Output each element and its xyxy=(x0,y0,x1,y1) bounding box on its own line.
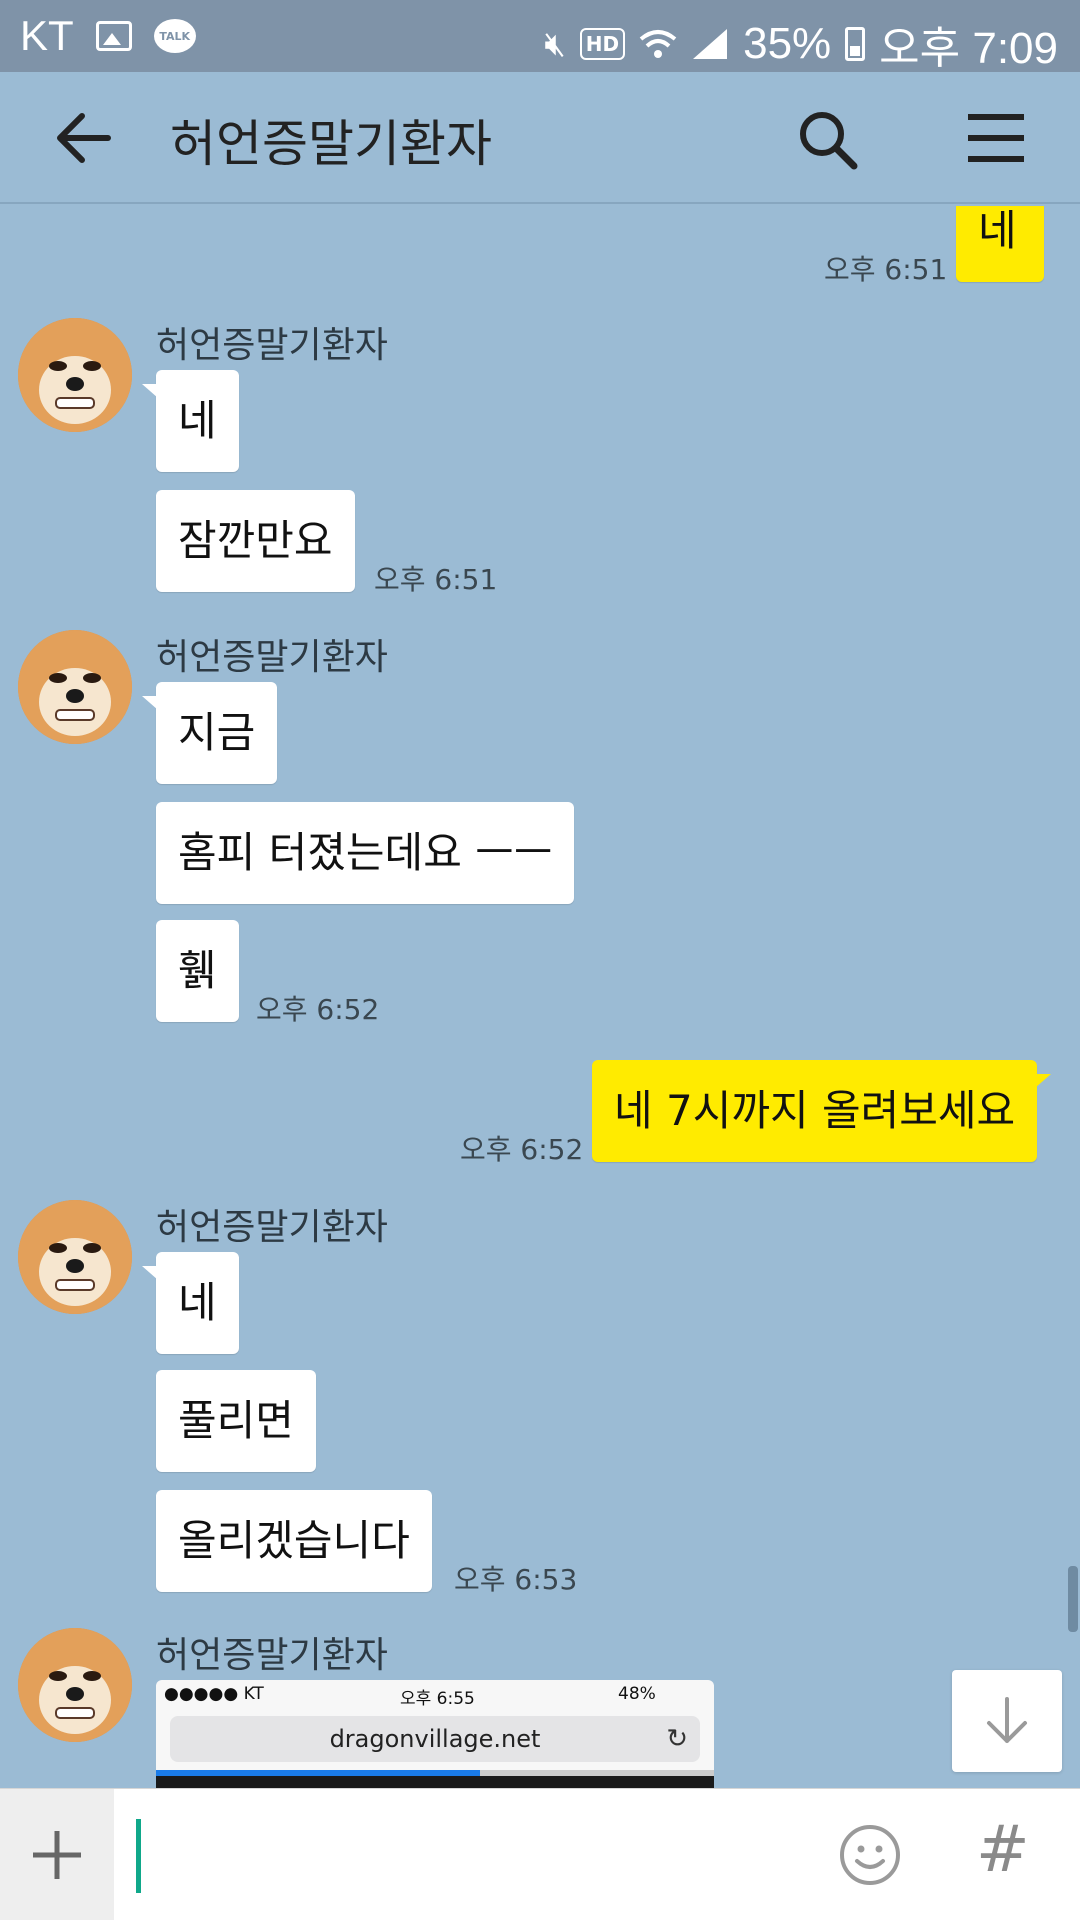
message-bubble[interactable]: 네 xyxy=(142,1252,239,1354)
arrow-down-icon xyxy=(987,1697,1027,1743)
dog-avatar-image xyxy=(18,1628,132,1742)
message-time: 오후 6:53 xyxy=(454,1563,578,1596)
message-bubble[interactable]: 풀리면 xyxy=(156,1370,316,1472)
sender-name: 허언증말기환자 xyxy=(156,325,388,366)
mute-icon: 🔇︎ xyxy=(544,24,566,64)
message-time: 오후 6:52 xyxy=(256,993,380,1026)
dog-avatar-image xyxy=(18,630,132,744)
avatar[interactable] xyxy=(18,318,132,432)
emoticon-icon[interactable] xyxy=(838,1823,902,1887)
menu-icon[interactable] xyxy=(966,112,1026,164)
message-bubble[interactable]: 지금 xyxy=(141,682,278,784)
screenshot-content xyxy=(156,1776,714,1788)
image-message[interactable]: ●●●●● KT 오후 6:55 48% dragonvillage.net ↻ xyxy=(156,1680,714,1788)
chat-header: 허언증말기환자 xyxy=(0,72,1080,204)
message-time: 오후 6:51 xyxy=(374,563,498,596)
message-bubble[interactable]: 네 xyxy=(142,370,239,472)
message-input-bar: # xyxy=(0,1788,1080,1920)
screenshot-status-bar: ●●●●● KT 오후 6:55 48% xyxy=(156,1680,714,1710)
reload-icon: ↻ xyxy=(666,1724,688,1754)
battery-percent: 35% xyxy=(743,19,832,68)
hd-voice-icon: HD xyxy=(579,28,626,60)
sender-name: 허언증말기환자 xyxy=(156,1635,388,1676)
dog-avatar-image xyxy=(18,318,132,432)
message-bubble[interactable]: 홈피 터졌는데요 ㅡㅡ xyxy=(156,802,575,904)
status-bar: KT TALK 🔇︎ HD 35% 오후 7:09 xyxy=(0,0,1080,73)
text-caret xyxy=(136,1819,141,1893)
hashtag-search-icon[interactable]: # xyxy=(976,1813,1030,1887)
screenshot-time: 오후 6:55 xyxy=(400,1689,475,1709)
chat-room-title: 허언증말기환자 xyxy=(170,115,492,173)
battery-charging-icon xyxy=(845,27,866,61)
kakaotalk-notification-icon: TALK xyxy=(153,19,196,53)
signal-icon xyxy=(693,29,728,59)
search-icon[interactable] xyxy=(796,108,860,172)
avatar[interactable] xyxy=(18,1200,132,1314)
avatar[interactable] xyxy=(18,1628,132,1742)
my-message-bubble[interactable]: 네 xyxy=(956,206,1058,282)
my-message-bubble[interactable]: 네 7시까지 올려보세요 xyxy=(592,1060,1052,1162)
scrollbar[interactable] xyxy=(1068,1566,1078,1632)
plus-icon xyxy=(33,1831,81,1879)
chat-messages[interactable]: 네 오후 6:51 허언증말기환자 네 잠깐만요 오후 6:51 허언증말기환자… xyxy=(0,206,1080,1788)
scroll-to-bottom-button[interactable] xyxy=(952,1670,1062,1772)
screenshot-url-bar: dragonvillage.net ↻ xyxy=(170,1716,700,1762)
avatar[interactable] xyxy=(18,630,132,744)
wifi-icon xyxy=(639,30,677,58)
attach-button[interactable] xyxy=(0,1789,114,1920)
carrier-label: KT xyxy=(20,12,74,59)
screenshot-carrier: ●●●●● KT xyxy=(164,1684,264,1704)
message-bubble[interactable]: 휅 xyxy=(156,920,239,1022)
message-time: 오후 6:52 xyxy=(460,1133,584,1166)
clock: 오후 7:09 xyxy=(879,24,1058,73)
sender-name: 허언증말기환자 xyxy=(156,1207,388,1248)
message-input[interactable] xyxy=(136,1819,796,1891)
sender-name: 허언증말기환자 xyxy=(156,637,388,678)
dog-avatar-image xyxy=(18,1200,132,1314)
gallery-notification-icon xyxy=(95,21,132,51)
screenshot-url: dragonvillage.net xyxy=(329,1725,541,1753)
message-time: 오후 6:51 xyxy=(824,253,948,286)
back-arrow-icon[interactable] xyxy=(52,106,116,170)
message-bubble[interactable]: 잠깐만요 xyxy=(156,490,355,592)
message-bubble[interactable]: 올리겠습니다 xyxy=(156,1490,432,1592)
screenshot-battery: 48% xyxy=(618,1684,656,1704)
